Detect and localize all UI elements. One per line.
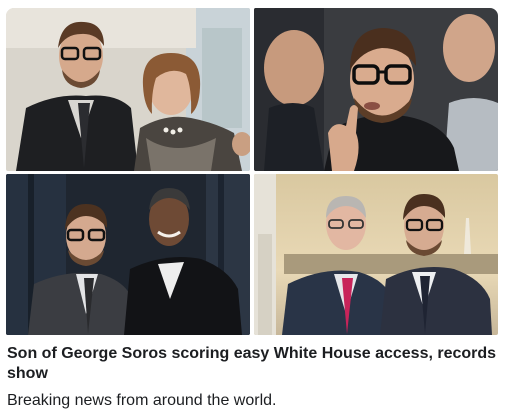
- photo-4: [254, 174, 498, 335]
- news-link-card[interactable]: Son of George Soros scoring easy White H…: [0, 0, 505, 419]
- photo-collage[interactable]: [6, 8, 498, 335]
- article-description: Breaking news from around the world.: [7, 392, 277, 409]
- photo-3: [6, 174, 250, 335]
- article-headline[interactable]: Son of George Soros scoring easy White H…: [7, 344, 499, 384]
- photo-1: [6, 8, 250, 171]
- photo-2: [254, 8, 498, 171]
